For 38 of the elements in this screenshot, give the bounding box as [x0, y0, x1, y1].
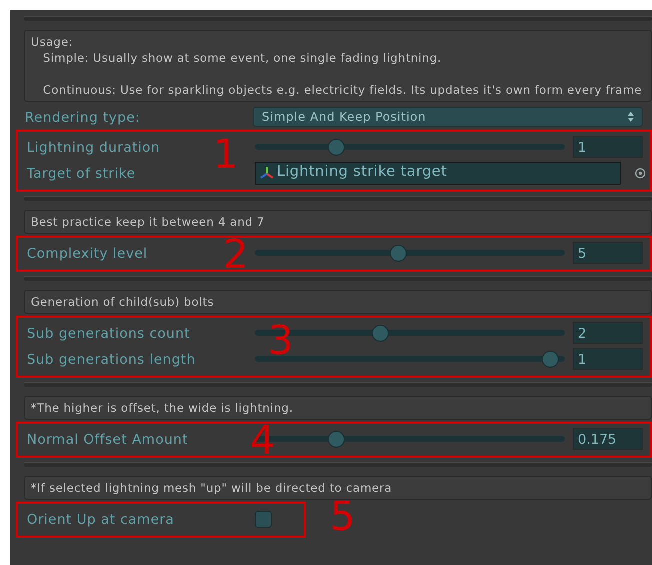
help-text: Generation of child(sub) bolts	[24, 290, 652, 314]
number-field[interactable]: 5	[573, 242, 643, 264]
help-text: *If selected lightning mesh "up" will be directed to camera	[24, 476, 652, 500]
number-field[interactable]: 0.175	[573, 428, 643, 450]
help-text: Usage: Simple: Usually show at some event, one single fading lightning. Continuous: Use for sparkling objects e.g. electricity fields. Its updates it's own form every frame	[24, 30, 652, 102]
annotation-number: 4	[250, 424, 276, 458]
field-label: Complexity level	[26, 246, 148, 262]
slider-thumb[interactable]	[390, 244, 407, 262]
field-label: Orient Up at camera	[26, 512, 174, 528]
field-label: Normal Offset Amount	[26, 432, 188, 448]
slider-thumb[interactable]	[542, 350, 560, 368]
dropdown-value: Simple And Keep Position	[262, 109, 426, 126]
object-field[interactable]: Lightning strike target	[255, 162, 621, 184]
slider-thumb[interactable]	[328, 430, 346, 448]
number-field[interactable]: 2	[573, 322, 643, 344]
slider-thumb[interactable]	[328, 138, 346, 156]
slider[interactable]	[255, 138, 565, 156]
field-label: Sub generations length	[26, 352, 196, 368]
help-text: *The higher is offset, the wide is lightning.	[24, 396, 652, 420]
axes-icon	[260, 166, 274, 180]
number-field[interactable]: 1	[573, 136, 643, 158]
slider-thumb[interactable]	[372, 324, 390, 342]
dropdown-arrows-icon	[628, 112, 634, 122]
dropdown[interactable]: Simple And Keep Position	[253, 107, 643, 127]
field-label: Rendering type:	[24, 110, 140, 126]
field-label: Lightning duration	[26, 140, 160, 156]
checkbox[interactable]	[255, 510, 272, 528]
object-name: Lightning strike target	[277, 163, 448, 182]
slider[interactable]	[255, 244, 565, 262]
annotation-number: 5	[330, 500, 356, 534]
target-picker-icon[interactable]	[635, 168, 646, 178]
annotation-number: 2	[223, 238, 248, 272]
field-label: Target of strike	[26, 166, 136, 182]
annotation-number: 3	[268, 324, 294, 358]
number-field[interactable]: 1	[573, 348, 643, 370]
help-text: Best practice keep it between 4 and 7	[24, 210, 652, 234]
field-label: Sub generations count	[26, 326, 190, 342]
annotation-number: 1	[213, 138, 238, 172]
